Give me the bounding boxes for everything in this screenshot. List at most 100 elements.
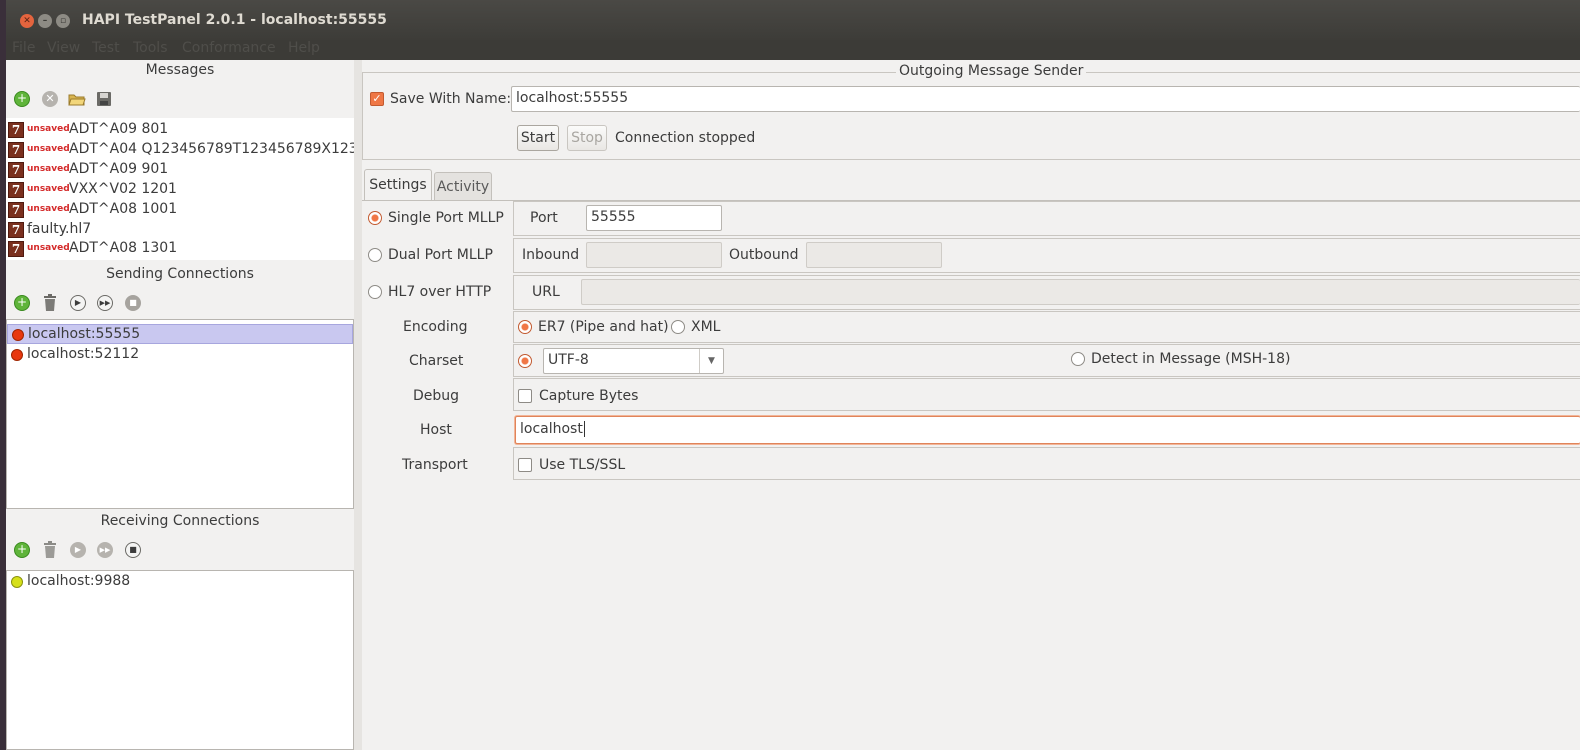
start-button[interactable]: Start [517, 125, 559, 151]
outgoing-sender-title: Outgoing Message Sender [896, 63, 1087, 79]
connection-name: localhost:52112 [27, 346, 140, 362]
menu-view[interactable]: View [47, 40, 80, 56]
receiving-connection-row[interactable]: localhost:9988 [7, 572, 353, 592]
stop-sending-icon[interactable]: ■ [125, 295, 141, 311]
messages-list[interactable]: 7 unsaved ADT^A09 801 7 unsaved ADT^A04 … [6, 118, 354, 260]
sending-connection-row[interactable]: localhost:52112 [7, 345, 353, 365]
dual-port-mllp-radio[interactable] [368, 248, 382, 262]
minimize-window-icon[interactable]: – [38, 14, 52, 28]
single-port-mllp-radio[interactable] [368, 211, 382, 225]
hl7-message-icon: 7 [8, 182, 24, 198]
connection-status-icon [11, 349, 23, 361]
save-message-icon[interactable] [96, 91, 112, 107]
charset-value: UTF-8 [548, 352, 589, 368]
add-message-icon[interactable]: + [14, 91, 30, 107]
encoding-xml-label: XML [691, 319, 721, 335]
dual-port-mllp-label: Dual Port MLLP [388, 247, 493, 263]
encoding-er7-label: ER7 (Pipe and hat) [538, 319, 669, 335]
encoding-xml-radio[interactable] [671, 320, 685, 334]
message-item[interactable]: 7 unsaved ADT^A04 Q123456789T123456789X1… [6, 140, 354, 160]
hl7-message-icon: 7 [8, 202, 24, 218]
delete-receiving-connection-icon[interactable] [42, 541, 58, 558]
message-item[interactable]: 7 unsaved ADT^A08 1301 [6, 239, 354, 259]
host-input[interactable]: localhost [515, 416, 1580, 444]
maximize-window-icon[interactable]: ▫ [56, 14, 70, 28]
menu-help[interactable]: Help [288, 40, 320, 56]
stop-button[interactable]: Stop [567, 125, 607, 151]
inbound-input[interactable] [586, 242, 722, 268]
start-all-sending-icon[interactable]: ▶▶ [97, 295, 113, 311]
message-name: ADT^A08 1301 [69, 240, 178, 256]
connection-status-icon [12, 329, 24, 341]
delete-sending-connection-icon[interactable] [42, 294, 58, 311]
start-sending-icon[interactable]: ▶ [70, 295, 86, 311]
receiving-connections-title: Receiving Connections [100, 513, 260, 529]
port-label: Port [530, 210, 558, 226]
message-item[interactable]: 7 unsaved ADT^A09 901 [6, 160, 354, 180]
save-with-name-label: Save With Name: [390, 91, 512, 107]
add-receiving-connection-icon[interactable]: + [14, 542, 30, 558]
sending-connections-list[interactable]: localhost:55555 localhost:52112 [6, 319, 354, 509]
use-tls-label: Use TLS/SSL [539, 457, 626, 473]
message-item[interactable]: 7 faulty.hl7 [6, 220, 354, 240]
hl7-message-icon: 7 [8, 241, 24, 257]
host-value: localhost [520, 421, 583, 437]
connection-name: localhost:55555 [28, 326, 141, 342]
add-sending-connection-icon[interactable]: + [14, 295, 30, 311]
transport-row [513, 447, 1580, 480]
message-item[interactable]: 7 unsaved ADT^A08 1001 [6, 200, 354, 220]
app-body: Messages + ✕ 7 unsaved ADT^A09 801 7 uns… [6, 60, 1580, 750]
use-tls-checkbox[interactable] [518, 458, 532, 472]
unsaved-badge: unsaved [27, 124, 70, 134]
close-window-icon[interactable]: ✕ [20, 14, 34, 28]
tab-settings[interactable]: Settings [364, 169, 432, 201]
transport-label: Transport [402, 457, 468, 473]
sending-connections-title: Sending Connections [106, 266, 254, 282]
start-receiving-icon[interactable]: ▶ [70, 542, 86, 558]
single-port-mllp-label: Single Port MLLP [388, 210, 504, 226]
detect-in-message-radio[interactable] [1071, 352, 1085, 366]
hl7-over-http-label: HL7 over HTTP [388, 284, 492, 300]
charset-select[interactable]: UTF-8 ▼ [543, 348, 724, 374]
sending-connection-row[interactable]: localhost:55555 [7, 324, 353, 344]
panel-splitter[interactable] [354, 60, 362, 750]
encoding-er7-radio[interactable] [518, 320, 532, 334]
capture-bytes-checkbox[interactable] [518, 389, 532, 403]
menu-tools[interactable]: Tools [133, 40, 168, 56]
connection-status-text: Connection stopped [615, 130, 756, 146]
outbound-input[interactable] [806, 242, 942, 268]
unsaved-badge: unsaved [27, 243, 70, 253]
menu-file[interactable]: File [12, 40, 35, 56]
hl7-message-icon: 7 [8, 162, 24, 178]
port-input[interactable]: 55555 [586, 205, 722, 231]
receiving-connections-list[interactable]: localhost:9988 [6, 570, 354, 750]
save-with-name-input[interactable]: localhost:55555 [511, 86, 1580, 112]
unsaved-badge: unsaved [27, 144, 70, 154]
save-with-name-checkbox[interactable]: ✓ [370, 92, 384, 106]
chevron-down-icon[interactable]: ▼ [699, 349, 723, 373]
menu-conformance[interactable]: Conformance [182, 40, 276, 56]
menu-test[interactable]: Test [92, 40, 120, 56]
encoding-label: Encoding [403, 319, 468, 335]
message-name: ADT^A09 901 [69, 161, 169, 177]
message-name: faulty.hl7 [27, 221, 92, 237]
message-item[interactable]: 7 unsaved VXX^V02 1201 [6, 180, 354, 200]
detect-in-message-label: Detect in Message (MSH-18) [1091, 351, 1291, 367]
open-folder-icon[interactable] [68, 91, 86, 107]
inbound-label: Inbound [522, 247, 580, 263]
url-input[interactable] [581, 279, 1580, 305]
start-all-receiving-icon[interactable]: ▶▶ [97, 542, 113, 558]
window-titlebar: ✕ – ▫ HAPI TestPanel 2.0.1 - localhost:5… [6, 0, 1580, 40]
close-message-icon[interactable]: ✕ [42, 91, 58, 107]
hl7-message-icon: 7 [8, 142, 24, 158]
hl7-over-http-radio[interactable] [368, 285, 382, 299]
tab-activity[interactable]: Activity [434, 172, 492, 201]
charset-specified-radio[interactable] [518, 354, 532, 368]
stop-receiving-icon[interactable]: ■ [125, 542, 141, 558]
message-name: ADT^A08 1001 [69, 201, 178, 217]
outbound-label: Outbound [729, 247, 799, 263]
message-item[interactable]: 7 unsaved ADT^A09 801 [6, 120, 354, 140]
host-label: Host [420, 422, 452, 438]
url-label: URL [532, 284, 560, 300]
menubar: File View Test Tools Conformance Help [6, 40, 1580, 60]
